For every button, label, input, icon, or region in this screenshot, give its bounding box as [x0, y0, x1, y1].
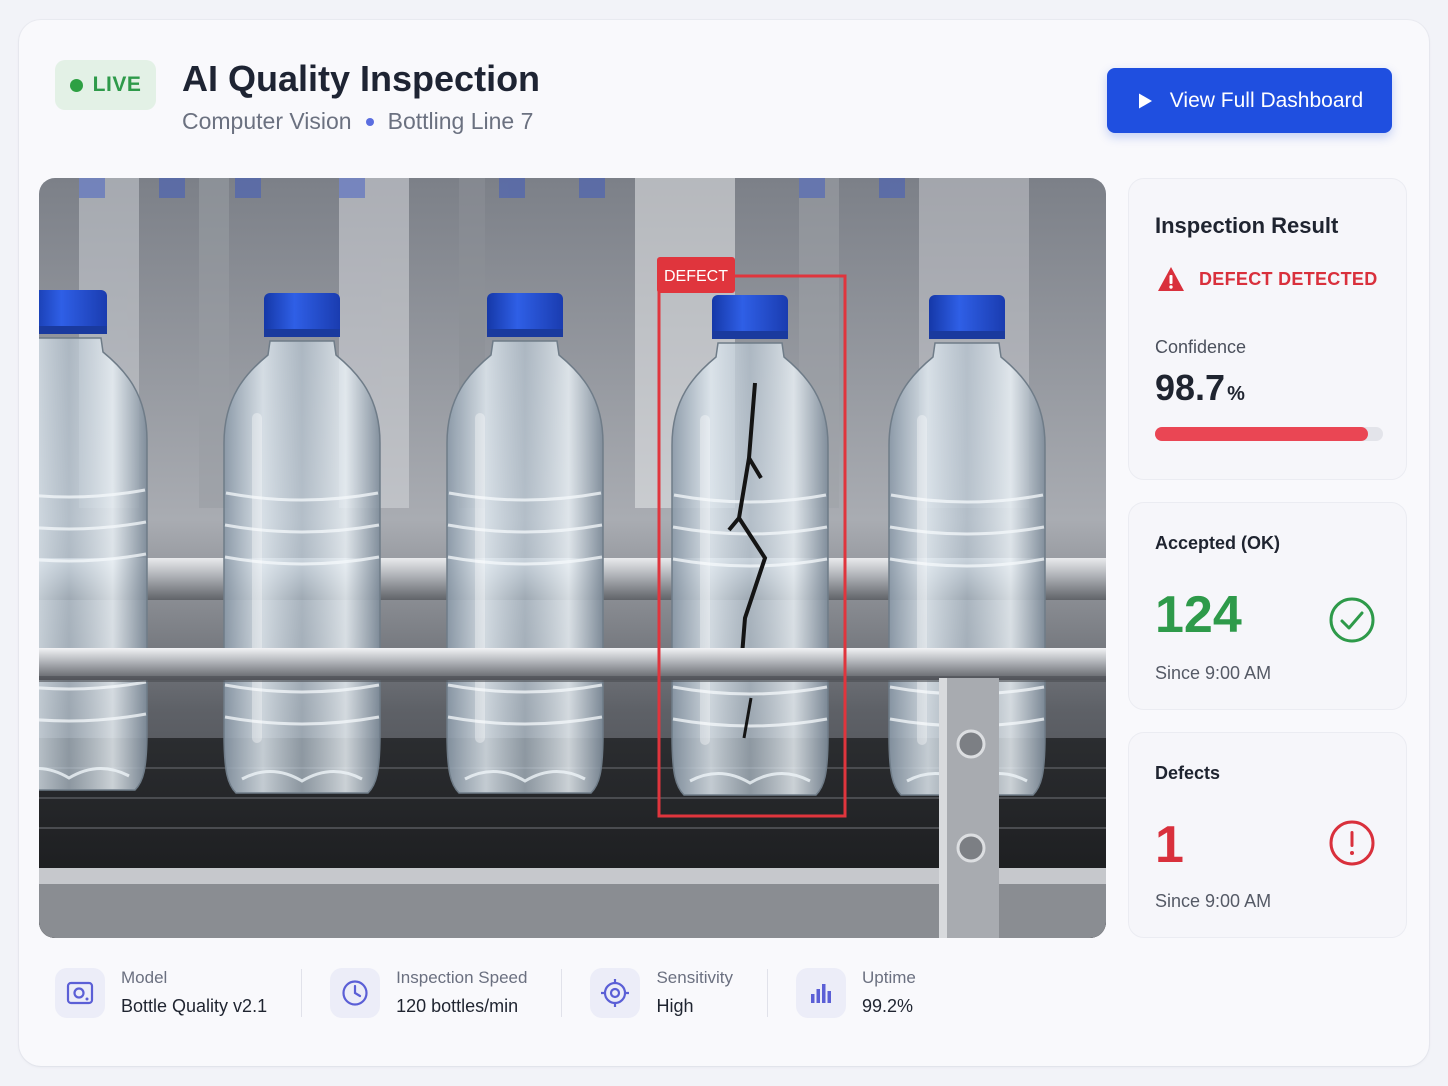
view-full-dashboard-label: View Full Dashboard	[1169, 88, 1364, 112]
bar-chart-icon	[811, 983, 831, 1003]
check-circle-icon	[1329, 597, 1375, 643]
divider	[301, 968, 303, 1017]
divider	[767, 968, 768, 1017]
camera-feed: DEFECT	[39, 178, 1106, 938]
footer-label: Inspection Speed	[396, 968, 528, 987]
footer-label: Sensitivity	[656, 968, 733, 987]
bottling-line-image: DEFECT	[39, 178, 1106, 938]
confidence-unit: %	[1227, 383, 1245, 405]
defects-since: Since 9:00 AM	[1155, 891, 1272, 911]
footer-item-model: Model Bottle Quality v2.1	[55, 967, 268, 1018]
footer-label: Model	[121, 968, 168, 987]
clock-icon-box	[330, 967, 381, 1018]
footer-item-speed: Inspection Speed 120 bottles/min	[330, 967, 528, 1018]
play-icon	[1138, 93, 1152, 108]
confidence-bar	[1155, 427, 1383, 441]
view-full-dashboard-button[interactable]: View Full Dashboard	[1107, 68, 1392, 133]
accepted-heading: Accepted (OK)	[1155, 533, 1281, 553]
defects-panel: Defects 1 Since 9:00 AM	[1128, 732, 1407, 938]
accepted-panel: Accepted (OK) 124 Since 9:00 AM	[1128, 502, 1407, 710]
footer-item-sensitivity: Sensitivity High	[590, 967, 733, 1018]
accepted-count: 124	[1155, 586, 1242, 644]
target-icon-box	[590, 967, 641, 1018]
live-label: LIVE	[92, 73, 142, 96]
subtitle-line: Bottling Line 7	[387, 108, 534, 134]
clock-icon	[342, 979, 368, 1006]
target-icon	[601, 978, 630, 1007]
footer-value: 99.2%	[862, 996, 914, 1016]
footer-item-uptime: Uptime 99.2%	[796, 967, 916, 1018]
footer-value: High	[656, 996, 694, 1016]
subtitle-category: Computer Vision	[182, 108, 352, 134]
confidence-label: Confidence	[1155, 337, 1247, 357]
model-icon-box	[55, 967, 105, 1018]
bar-chart-icon-box	[796, 967, 846, 1018]
confidence-value: 98.7%	[1155, 367, 1245, 409]
footer-value: 120 bottles/min	[396, 996, 519, 1016]
inspection-result-heading: Inspection Result	[1155, 213, 1339, 238]
alert-circle-icon	[1329, 820, 1375, 866]
accepted-since: Since 9:00 AM	[1155, 663, 1272, 683]
live-indicator-dot	[69, 78, 83, 92]
model-icon	[66, 981, 94, 1004]
defects-heading: Defects	[1155, 763, 1221, 783]
live-badge: LIVE	[55, 60, 156, 110]
footer-label: Uptime	[862, 968, 916, 987]
subtitle-separator-dot	[365, 117, 374, 126]
confidence-number: 98.7	[1155, 367, 1226, 408]
inspection-result-panel: Inspection Result DEFECT DETECTED Confid…	[1128, 178, 1407, 480]
defect-status: DEFECT DETECTED	[1157, 266, 1378, 292]
page-title: AI Quality Inspection	[182, 58, 541, 99]
confidence-bar-fill	[1155, 427, 1369, 441]
page-subtitle: Computer Vision Bottling Line 7	[182, 108, 533, 135]
footer-value: Bottle Quality v2.1	[121, 996, 268, 1016]
defects-count: 1	[1155, 816, 1184, 874]
defect-status-label: DEFECT DETECTED	[1199, 268, 1378, 289]
divider	[561, 968, 563, 1017]
warning-icon	[1158, 267, 1184, 291]
footer-stats: Model Bottle Quality v2.1 Inspection Spe…	[55, 965, 916, 1020]
detection-label: DEFECT	[664, 268, 728, 285]
